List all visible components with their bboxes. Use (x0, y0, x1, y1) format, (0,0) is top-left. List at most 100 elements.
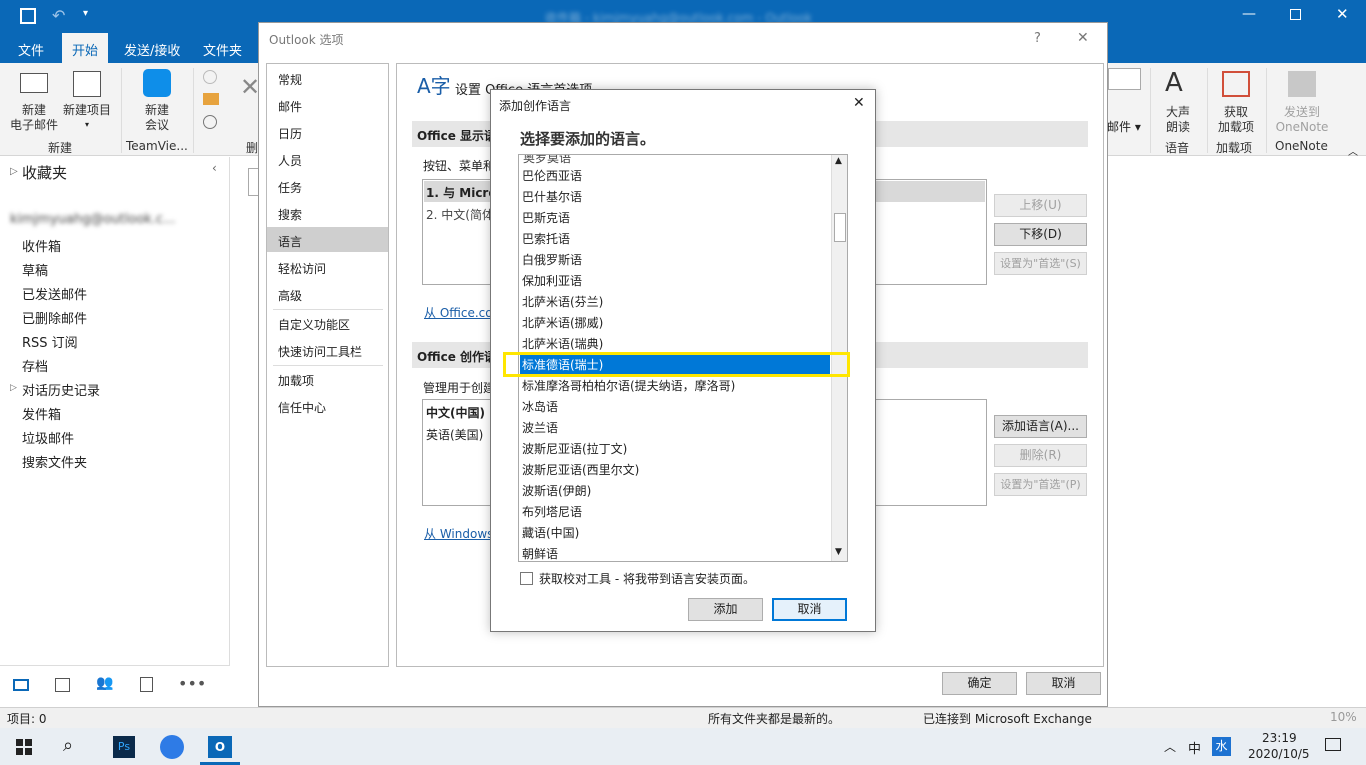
display-language-item[interactable]: 2. 中文(简体) (426, 206, 499, 223)
calendar-icon[interactable] (55, 678, 70, 692)
cancel-button[interactable]: 取消 (1026, 672, 1101, 695)
language-list-item[interactable]: 北萨米语(挪威) (520, 313, 830, 334)
minimize-icon[interactable]: — (1242, 6, 1256, 22)
more-icon[interactable]: ••• (178, 674, 206, 693)
windows-start-icon[interactable] (16, 739, 32, 755)
scroll-down-icon[interactable]: ▼ (835, 547, 842, 557)
category-mail[interactable]: 邮件 (278, 98, 302, 115)
junk-icon[interactable] (203, 115, 217, 129)
undo-icon[interactable]: ↶ (52, 6, 65, 25)
search-people-box[interactable] (1108, 68, 1141, 90)
language-list-item[interactable]: 冰岛语 (520, 397, 830, 418)
tray-chevron-icon[interactable]: ︿ (1164, 738, 1176, 755)
language-list-item[interactable]: 波斯语(伊朗) (520, 481, 830, 502)
zoom-level[interactable]: 10% (1330, 710, 1357, 724)
category-quick-access[interactable]: 快速访问工具栏 (278, 343, 362, 360)
proofing-tools-label[interactable]: 获取校对工具 - 将我带到语言安装页面。 (539, 570, 755, 587)
add-language-button[interactable]: 添加语言(A)... (994, 415, 1087, 438)
folder-rss[interactable]: RSS 订阅 (22, 332, 78, 351)
folder-sent[interactable]: 已发送邮件 (22, 284, 87, 303)
language-list-item[interactable]: 巴什基尔语 (520, 187, 830, 208)
close-icon[interactable]: ✕ (853, 95, 865, 111)
new-email-button[interactable]: 新建 电子邮件 (5, 103, 63, 133)
sogou-icon[interactable] (160, 735, 184, 759)
category-trust-center[interactable]: 信任中心 (278, 399, 326, 416)
language-list-item[interactable]: 北萨米语(芬兰) (520, 292, 830, 313)
folder-inbox[interactable]: 收件箱 (22, 236, 61, 255)
save-icon[interactable] (20, 8, 36, 24)
tasks-icon[interactable] (140, 677, 153, 692)
tab-file[interactable]: 文件 (18, 40, 44, 59)
new-meeting-button[interactable]: 新建 会议 (128, 103, 186, 133)
clock-date[interactable]: 2020/10/5 (1248, 747, 1310, 761)
move-up-button[interactable]: 上移(U) (994, 194, 1087, 217)
category-language[interactable]: 语言 (278, 233, 302, 250)
language-list-item[interactable]: 藏语(中国) (520, 523, 830, 544)
remove-language-button[interactable]: 删除(R) (994, 444, 1087, 467)
scroll-thumb[interactable] (834, 213, 846, 242)
close-icon[interactable]: ✕ (1336, 5, 1349, 23)
people-icon[interactable]: 👥 (96, 675, 113, 691)
photoshop-icon[interactable]: Ps (113, 736, 135, 758)
chevron-right-icon[interactable]: ▷ (10, 166, 18, 177)
tab-folder[interactable]: 文件夹 (203, 40, 242, 59)
cancel-button[interactable]: 取消 (772, 598, 847, 621)
folder-junk[interactable]: 垃圾邮件 (22, 428, 74, 447)
outlook-taskbar-icon[interactable]: O (208, 736, 232, 758)
language-list-item[interactable]: 巴索托语 (520, 229, 830, 250)
category-tasks[interactable]: 任务 (278, 179, 302, 196)
ime-indicator[interactable]: 中 (1188, 738, 1201, 757)
move-down-button[interactable]: 下移(D) (994, 223, 1087, 246)
folder-conversation-history[interactable]: 对话历史记录 (22, 380, 100, 399)
category-calendar[interactable]: 日历 (278, 125, 302, 142)
folder-archive[interactable]: 存档 (22, 356, 48, 375)
language-list-item[interactable]: 标准摩洛哥柏柏尔语(提夫纳语，摩洛哥) (520, 376, 830, 397)
close-icon[interactable]: ✕ (1077, 30, 1089, 46)
customize-qat-icon[interactable]: ▾ (83, 8, 88, 19)
language-list-item[interactable]: 朝鲜语 (520, 544, 830, 565)
cleanup-icon[interactable] (203, 93, 219, 105)
scroll-up-icon[interactable]: ▲ (835, 156, 842, 166)
category-search[interactable]: 搜索 (278, 206, 302, 223)
language-list-item[interactable]: 布列塔尼语 (520, 502, 830, 523)
category-people[interactable]: 人员 (278, 152, 302, 169)
category-accessibility[interactable]: 轻松访问 (278, 260, 326, 277)
send-to-onenote-button[interactable]: 发送到 OneNote (1270, 105, 1334, 135)
category-general[interactable]: 常规 (278, 71, 302, 88)
category-customize-ribbon[interactable]: 自定义功能区 (278, 316, 350, 333)
set-preferred-display-button[interactable]: 设置为"首选"(S) (994, 252, 1087, 275)
proofing-tools-checkbox[interactable] (520, 572, 533, 585)
language-list-item[interactable]: 波斯尼亚语(拉丁文) (520, 439, 830, 460)
ok-button[interactable]: 确定 (942, 672, 1017, 695)
search-icon[interactable]: ⌕ (63, 735, 73, 756)
folder-outbox[interactable]: 发件箱 (22, 404, 61, 423)
set-preferred-authoring-button[interactable]: 设置为"首选"(P) (994, 473, 1087, 496)
category-advanced[interactable]: 高级 (278, 287, 302, 304)
collapse-pane-icon[interactable]: ‹ (212, 161, 217, 175)
favorites-header[interactable]: 收藏夹 (22, 162, 67, 183)
collapse-ribbon-icon[interactable]: ︿ (1348, 143, 1358, 158)
folder-deleted[interactable]: 已删除邮件 (22, 308, 87, 327)
tab-home[interactable]: 开始 (72, 40, 98, 59)
language-list-item[interactable]: 保加利亚语 (520, 271, 830, 292)
category-addins[interactable]: 加载项 (278, 372, 314, 389)
read-aloud-button[interactable]: 大声 朗读 (1155, 105, 1201, 135)
language-list-item[interactable]: 波斯尼亚语(西里尔文) (520, 460, 830, 481)
ime-mode-icon[interactable]: 水 (1212, 737, 1231, 756)
language-item-partial[interactable]: 奥罗莫语 (523, 155, 571, 166)
language-list-item[interactable]: 巴斯克语 (520, 208, 830, 229)
ignore-icon[interactable] (203, 70, 217, 84)
tab-send-receive[interactable]: 发送/接收 (124, 40, 180, 59)
authoring-language-item[interactable]: 英语(美国) (426, 426, 483, 443)
clock-time[interactable]: 23:19 (1262, 731, 1297, 745)
mail-icon[interactable] (13, 679, 29, 691)
windows-link[interactable]: 从 Windows (424, 525, 493, 542)
notification-icon[interactable] (1325, 738, 1341, 751)
language-list-item[interactable]: 白俄罗斯语 (520, 250, 830, 271)
folder-search[interactable]: 搜索文件夹 (22, 452, 87, 471)
folder-drafts[interactable]: 草稿 (22, 260, 48, 279)
add-button[interactable]: 添加 (688, 598, 763, 621)
account-name[interactable]: kimjmyuahg@outlook.c... (10, 212, 175, 227)
get-addins-button[interactable]: 获取 加载项 (1211, 105, 1261, 135)
language-list-item[interactable]: 巴伦西亚语 (520, 166, 830, 187)
